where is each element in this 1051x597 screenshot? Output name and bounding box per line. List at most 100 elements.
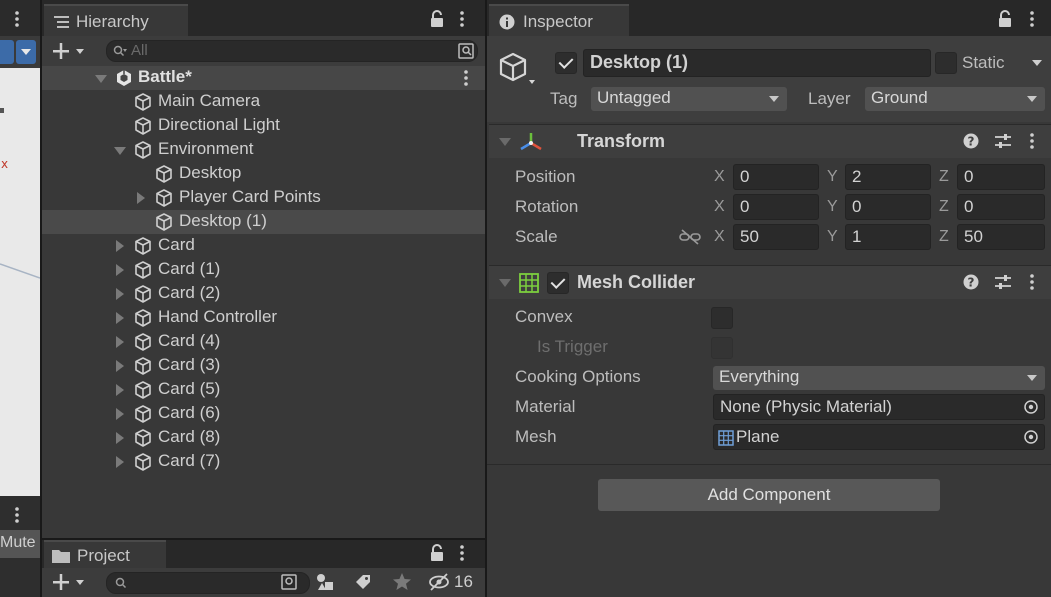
inspector-tab[interactable]: Inspector [489,4,629,36]
transform-header[interactable]: Transform ? [489,124,1051,158]
hierarchy-row[interactable]: Card (3) [42,354,485,378]
position-x-label[interactable]: X [714,168,725,186]
hierarchy-tab[interactable]: Hierarchy [44,4,188,36]
hierarchy-row[interactable]: Card (2) [42,282,485,306]
mesh-collider-help-icon[interactable]: ? [963,274,979,290]
hierarchy-row[interactable]: Environment [42,138,485,162]
hierarchy-lock-icon[interactable] [429,10,445,28]
mute-button[interactable]: Mute [0,530,40,558]
mesh-picker-icon[interactable] [1024,430,1038,444]
gameobject-cube-icon[interactable] [497,50,537,90]
hierarchy-row[interactable]: Player Card Points [42,186,485,210]
expand-arrow[interactable] [116,336,124,348]
scene-viewport[interactable]: x [0,68,40,496]
expand-arrow[interactable] [116,408,124,420]
position-y-label[interactable]: Y [827,168,838,186]
rotation-y-field[interactable]: 0 [845,194,931,220]
project-create-button[interactable] [50,570,90,594]
static-dropdown-arrow[interactable] [1032,60,1042,66]
hierarchy-row[interactable]: Card (5) [42,378,485,402]
audio-more-icon[interactable] [14,506,20,524]
mesh-collider-more-icon[interactable] [1029,273,1035,291]
mesh-collider-enabled-checkbox[interactable] [547,272,569,294]
scene-more-icon[interactable] [463,69,469,87]
cooking-options-dropdown[interactable]: Everything [713,366,1045,390]
hierarchy-search-input[interactable]: All [106,40,478,62]
position-y-field[interactable]: 2 [845,164,931,190]
position-z-label[interactable]: Z [939,168,949,186]
transform-more-icon[interactable] [1029,132,1035,150]
filter-by-label-icon[interactable] [354,573,372,591]
material-picker-icon[interactable] [1024,400,1038,414]
layer-dropdown[interactable]: Ground [865,87,1045,111]
search-by-scene-icon[interactable] [280,573,298,591]
gizmo-globe-button[interactable] [0,40,14,64]
expand-arrow[interactable] [116,240,124,252]
hierarchy-row[interactable]: Directional Light [42,114,485,138]
cooking-options-value: Everything [719,367,800,386]
gizmo-dropdown-button[interactable] [16,40,36,64]
object-name-field[interactable]: Desktop (1) [583,49,931,77]
scene-expand-arrow[interactable] [95,75,107,83]
rotation-y-label[interactable]: Y [827,198,838,216]
convex-checkbox[interactable] [711,307,733,329]
hierarchy-row[interactable]: Desktop (1) [42,210,485,234]
expand-arrow[interactable] [114,147,126,155]
hierarchy-row[interactable]: Card [42,234,485,258]
hierarchy-row[interactable]: Hand Controller [42,306,485,330]
scene-more-icon[interactable] [14,10,20,28]
project-tab[interactable]: Project [44,540,166,568]
hierarchy-row[interactable]: Desktop [42,162,485,186]
scale-z-label[interactable]: Z [939,228,949,246]
constrain-proportions-icon[interactable] [679,229,701,245]
rotation-z-label[interactable]: Z [939,198,949,216]
mesh-collider-header[interactable]: Mesh Collider ? [489,265,1051,299]
hierarchy-row[interactable]: Main Camera [42,90,485,114]
static-checkbox[interactable] [935,52,957,74]
expand-arrow[interactable] [116,288,124,300]
expand-arrow[interactable] [137,192,145,204]
hierarchy-row[interactable]: Card (7) [42,450,485,474]
scale-y-label[interactable]: Y [827,228,838,246]
mesh-collider-foldout-arrow[interactable] [499,279,511,287]
scale-x-label[interactable]: X [714,228,725,246]
create-plus-button[interactable] [50,39,90,63]
position-z-field[interactable]: 0 [957,164,1045,190]
material-object-field[interactable]: None (Physic Material) [713,394,1045,420]
hierarchy-row[interactable]: Card (6) [42,402,485,426]
expand-arrow[interactable] [116,384,124,396]
active-toggle-checkbox[interactable] [555,52,577,74]
scale-y-field[interactable]: 1 [845,224,931,250]
scale-x-field[interactable]: 50 [733,224,819,250]
project-more-icon[interactable] [459,544,465,562]
hierarchy-row[interactable]: Card (8) [42,426,485,450]
expand-arrow[interactable] [116,312,124,324]
scene-search-toggle-icon[interactable] [457,42,475,60]
add-component-button[interactable]: Add Component [598,479,940,511]
hierarchy-row[interactable]: Card (4) [42,330,485,354]
rotation-x-field[interactable]: 0 [733,194,819,220]
transform-presets-icon[interactable] [994,133,1012,149]
hidden-packages-icon[interactable] [428,573,450,591]
rotation-z-field[interactable]: 0 [957,194,1045,220]
expand-arrow[interactable] [116,360,124,372]
expand-arrow[interactable] [116,456,124,468]
position-x-field[interactable]: 0 [733,164,819,190]
scene-header-row[interactable]: Battle* [42,66,485,90]
favorites-star-icon[interactable] [392,572,412,592]
rotation-x-label[interactable]: X [714,198,725,216]
scale-z-field[interactable]: 50 [957,224,1045,250]
inspector-more-icon[interactable] [1029,10,1035,28]
inspector-lock-icon[interactable] [997,10,1013,28]
expand-arrow[interactable] [116,432,124,444]
hierarchy-more-icon[interactable] [459,10,465,28]
transform-help-icon[interactable]: ? [963,133,979,149]
hierarchy-row[interactable]: Card (1) [42,258,485,282]
transform-foldout-arrow[interactable] [499,138,511,146]
project-lock-icon[interactable] [429,544,445,562]
expand-arrow[interactable] [116,264,124,276]
filter-by-type-icon[interactable] [316,573,336,591]
tag-dropdown[interactable]: Untagged [591,87,787,111]
mesh-collider-presets-icon[interactable] [994,274,1012,290]
mesh-object-field[interactable]: Plane [713,424,1045,450]
